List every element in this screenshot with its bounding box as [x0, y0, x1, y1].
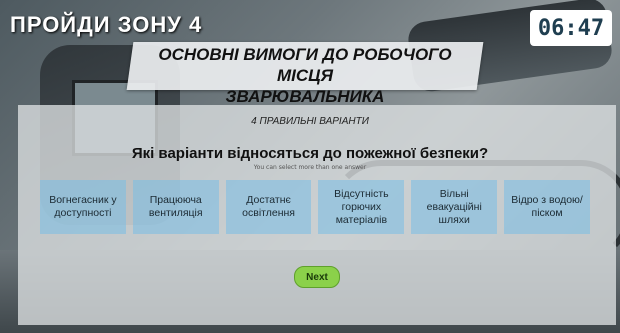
answer-options: Вогнегасник у доступності Працююча венти…: [40, 180, 590, 234]
question-text: Які варіанти відносяться до пожежної без…: [131, 145, 489, 162]
answer-option[interactable]: Відро з водою/піском: [504, 180, 590, 234]
answer-option[interactable]: Вільні евакуаційні шляхи: [411, 180, 498, 234]
answer-option[interactable]: Вогнегасник у доступності: [40, 180, 126, 234]
countdown-timer: 06:47: [530, 10, 612, 46]
selection-hint: You can select more than one answer: [253, 164, 367, 171]
correct-count-label: 4 ПРАВИЛЬНІ ВАРІАНТИ: [251, 116, 369, 127]
answer-option[interactable]: Відсутність горючих матеріалів: [318, 180, 405, 234]
answer-option[interactable]: Працююча вентиляція: [132, 180, 219, 234]
next-button[interactable]: Next: [294, 266, 340, 288]
zone-title: ПРОЙДИ ЗОНУ 4: [10, 12, 203, 37]
topic-banner-line1: ОСНОВНІ ВИМОГИ ДО РОБОЧОГО МІСЦЯ: [158, 45, 452, 85]
answer-option[interactable]: Достатнє освітлення: [225, 180, 312, 234]
topic-banner-line2: ЗВАРЮВАЛЬНИКА: [225, 87, 385, 106]
topic-banner-text: ОСНОВНІ ВИМОГИ ДО РОБОЧОГО МІСЦЯ ЗВАРЮВА…: [130, 44, 480, 107]
